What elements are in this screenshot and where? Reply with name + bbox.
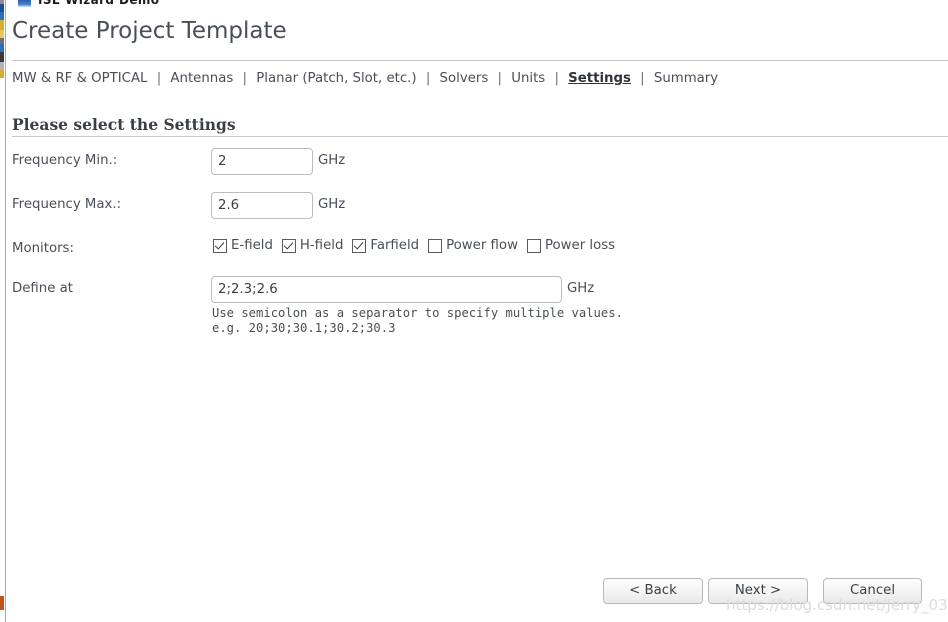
checkbox-unchecked-icon xyxy=(428,238,443,253)
monitors-checkbox-group: E-field H-field Farfield Power flow Powe… xyxy=(213,238,624,253)
monitor-label-power-flow: Power flow xyxy=(446,238,518,253)
define-at-label: Define at xyxy=(12,281,73,296)
frequency-min-unit: GHz xyxy=(318,153,346,168)
define-at-input[interactable] xyxy=(211,276,562,303)
section-heading: Please select the Settings xyxy=(12,115,236,134)
breadcrumb-item-summary[interactable]: Summary xyxy=(654,71,718,86)
breadcrumb-separator: | xyxy=(554,71,559,86)
section-divider xyxy=(12,136,948,137)
monitor-label-e-field: E-field xyxy=(231,238,273,253)
monitor-checkbox-e-field[interactable]: E-field xyxy=(213,238,273,253)
monitor-checkbox-farfield[interactable]: Farfield xyxy=(352,238,419,253)
next-button[interactable]: Next > xyxy=(708,578,808,604)
monitors-label: Monitors: xyxy=(12,241,74,256)
define-at-hint-line-1: Use semicolon as a separator to specify … xyxy=(212,306,623,320)
breadcrumb-separator: | xyxy=(640,71,645,86)
breadcrumb: MW & RF & OPTICAL | Antennas | Planar (P… xyxy=(12,71,718,86)
breadcrumb-separator: | xyxy=(156,71,162,86)
frequency-max-input[interactable] xyxy=(211,192,313,219)
define-at-unit: GHz xyxy=(567,281,595,296)
back-button[interactable]: < Back xyxy=(603,578,703,604)
breadcrumb-item-antennas[interactable]: Antennas xyxy=(170,71,233,86)
monitor-label-farfield: Farfield xyxy=(370,238,420,253)
checkbox-checked-icon xyxy=(213,238,227,253)
monitor-checkbox-power-flow[interactable]: Power flow xyxy=(428,238,518,253)
checkbox-checked-icon xyxy=(281,238,296,253)
window-titlebar: ISE Wizard Demo xyxy=(0,0,948,7)
define-at-hint-line-2: e.g. 20;30;30.1;30.2;30.3 xyxy=(212,321,396,335)
header-divider xyxy=(12,60,948,61)
monitor-label-h-field: H-field xyxy=(299,238,344,253)
breadcrumb-item-planar[interactable]: Planar (Patch, Slot, etc.) xyxy=(256,71,416,86)
define-at-hint: Use semicolon as a separator to specify … xyxy=(212,306,623,336)
breadcrumb-separator: | xyxy=(497,71,502,86)
breadcrumb-separator: | xyxy=(425,71,431,86)
content-left-border xyxy=(5,0,6,622)
breadcrumb-item-mw-rf-optical[interactable]: MW & RF & OPTICAL xyxy=(12,71,147,86)
monitor-checkbox-h-field[interactable]: H-field xyxy=(281,238,344,253)
breadcrumb-item-settings[interactable]: Settings xyxy=(568,71,631,86)
monitor-label-power-loss: Power loss xyxy=(544,238,616,253)
frequency-max-label: Frequency Max.: xyxy=(12,197,122,212)
breadcrumb-item-units[interactable]: Units xyxy=(511,71,545,86)
monitor-checkbox-power-loss[interactable]: Power loss xyxy=(526,238,616,253)
frequency-min-input[interactable] xyxy=(211,148,313,175)
frequency-min-label: Frequency Min.: xyxy=(12,153,118,168)
breadcrumb-item-solvers[interactable]: Solvers xyxy=(440,71,489,86)
checkbox-unchecked-icon xyxy=(526,238,541,253)
cancel-button[interactable]: Cancel xyxy=(823,578,922,604)
frequency-max-unit: GHz xyxy=(318,197,346,212)
breadcrumb-separator: | xyxy=(242,71,247,86)
window-title: ISE Wizard Demo xyxy=(38,0,160,7)
page-title: Create Project Template xyxy=(12,18,287,44)
checkbox-checked-icon xyxy=(352,238,367,253)
app-icon xyxy=(18,0,31,7)
left-edge-sliver xyxy=(0,0,4,622)
